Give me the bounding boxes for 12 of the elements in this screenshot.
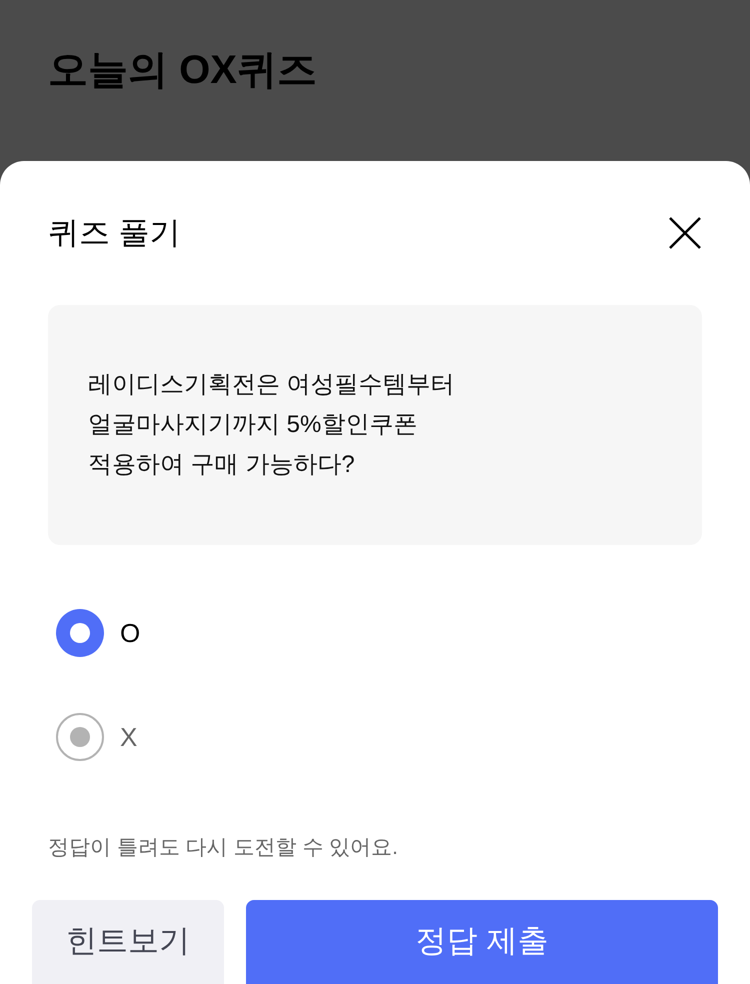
close-button[interactable] xyxy=(668,216,702,250)
page-title: 오늘의 OX퀴즈 xyxy=(48,47,317,94)
option-label[interactable]: X xyxy=(120,718,138,756)
radio-selected-icon[interactable] xyxy=(56,609,104,657)
retry-notice: 정답이 틀려도 다시 도전할 수 있어요. xyxy=(48,835,398,861)
close-icon xyxy=(669,217,701,249)
question-text: 레이디스기획전은 여성필수템부터 얼굴마사지기까지 5%할인쿠폰 적용하여 구매 가능하다? xyxy=(88,370,455,480)
modal-title: 퀴즈 풀기 xyxy=(48,214,181,252)
radio-unselected-icon[interactable] xyxy=(56,713,104,761)
hint-button[interactable]: 힌트보기 xyxy=(32,900,224,984)
submit-button[interactable]: 정답 제출 xyxy=(246,900,718,984)
option-label[interactable]: O xyxy=(120,614,140,652)
